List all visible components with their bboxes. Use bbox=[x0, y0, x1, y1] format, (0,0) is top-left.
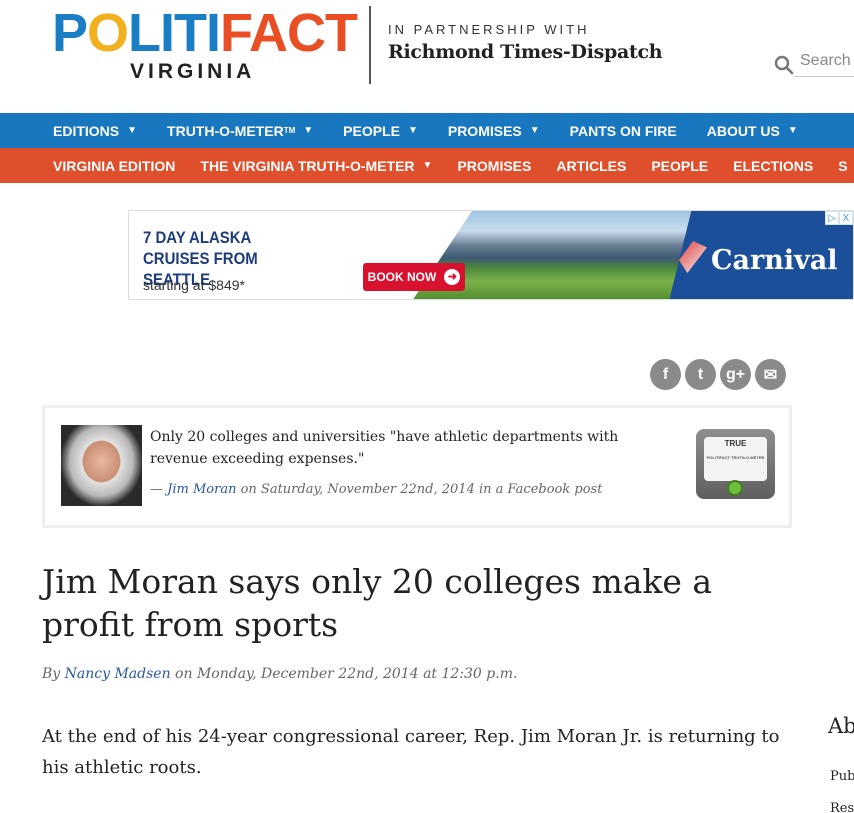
primary-nav: EDITIONS ▼ TRUTH-O-METER TM ▼ PEOPLE ▼ PROMI… bbox=[0, 113, 854, 148]
partner-caption: IN PARTNERSHIP WITH bbox=[388, 22, 590, 37]
nav-virginia-truth-o-meter[interactable]: THE VIRGINIA TRUTH-O-METER ▼ bbox=[200, 158, 432, 174]
email-icon[interactable]: ✉ bbox=[755, 359, 786, 390]
ad-price: starting at $849* bbox=[143, 277, 245, 293]
statement-quote: Only 20 colleges and universities "have … bbox=[150, 429, 619, 467]
aside-line: Res bbox=[830, 801, 854, 813]
nav-pants-on-fire[interactable]: PANTS ON FIRE bbox=[570, 123, 677, 139]
nav-promises[interactable]: PROMISES ▼ bbox=[448, 123, 540, 139]
chevron-down-icon: ▼ bbox=[127, 125, 138, 136]
meter-caption: POLITIFACT TRUTH-O-METER bbox=[706, 455, 765, 460]
secondary-nav: VIRGINIA EDITION THE VIRGINIA TRUTH-O-ME… bbox=[0, 148, 854, 183]
speaker-link[interactable]: Jim Moran bbox=[167, 482, 236, 497]
meter-knob-icon bbox=[727, 480, 743, 496]
nav-virginia-edition[interactable]: VIRGINIA EDITION bbox=[53, 158, 175, 174]
book-now-button[interactable]: BOOK NOW ➜ bbox=[363, 263, 465, 291]
statement-card: Only 20 colleges and universities "have … bbox=[42, 405, 792, 528]
adchoices-icon[interactable]: ▷ bbox=[825, 211, 839, 225]
chevron-down-icon: ▼ bbox=[407, 125, 418, 136]
logo-edition: VIRGINIA bbox=[130, 60, 256, 83]
logo-wordmark: POLITIFACT bbox=[52, 3, 358, 63]
statement-attribution: — Jim Moran on Saturday, November 22nd, … bbox=[150, 482, 603, 497]
speaker-photo[interactable] bbox=[61, 425, 142, 506]
nav-editions[interactable]: EDITIONS ▼ bbox=[53, 123, 137, 139]
nav-articles[interactable]: ARTICLES bbox=[556, 158, 626, 174]
article-body: At the end of his 24-year congressional … bbox=[42, 726, 780, 778]
google-plus-icon[interactable]: g+ bbox=[720, 359, 751, 390]
aside-line: Pub bbox=[830, 769, 854, 784]
nav-truth-o-meter[interactable]: TRUTH-O-METER TM ▼ bbox=[167, 123, 313, 139]
article-headline: Jim Moran says only 20 colleges make a p… bbox=[42, 562, 713, 644]
nav-about-us[interactable]: ABOUT US ▼ bbox=[707, 123, 798, 139]
nav-va-people[interactable]: PEOPLE bbox=[651, 158, 708, 174]
ad-controls: ▷ X bbox=[825, 211, 853, 225]
arrow-right-icon: ➜ bbox=[444, 269, 461, 285]
politifact-logo[interactable]: POLITIFACT VIRGINIA bbox=[52, 3, 358, 84]
article-byline: By Nancy Madsen on Monday, December 22nd… bbox=[42, 666, 518, 682]
aside-title: Ab bbox=[828, 714, 854, 738]
ad-banner[interactable]: 7 DAY ALASKA CRUISES FROM SEATTLE starti… bbox=[128, 210, 854, 300]
header-divider bbox=[369, 6, 371, 84]
nav-va-promises[interactable]: PROMISES bbox=[457, 158, 531, 174]
nav-elections[interactable]: ELECTIONS bbox=[733, 158, 813, 174]
chevron-down-icon: ▼ bbox=[422, 160, 433, 171]
share-bar: f t g+ ✉ bbox=[650, 359, 786, 390]
meter-face: TRUE POLITIFACT TRUTH-O-METER bbox=[704, 437, 767, 481]
ad-close-icon[interactable]: X bbox=[839, 211, 853, 225]
truth-o-meter-badge[interactable]: TRUE POLITIFACT TRUTH-O-METER bbox=[696, 429, 775, 499]
rating-label: TRUE bbox=[724, 439, 747, 448]
chevron-down-icon: ▼ bbox=[787, 125, 798, 136]
search-box[interactable] bbox=[774, 52, 854, 77]
chevron-down-icon: ▼ bbox=[529, 125, 540, 136]
partner-name[interactable]: Richmond Times-Dispatch bbox=[388, 41, 663, 63]
nav-truncated[interactable]: S bbox=[838, 158, 847, 174]
author-link[interactable]: Nancy Madsen bbox=[65, 666, 171, 682]
search-input[interactable] bbox=[794, 52, 854, 77]
ad-brand-name: Carnival bbox=[711, 245, 838, 276]
search-icon[interactable] bbox=[774, 55, 794, 75]
chevron-down-icon: ▼ bbox=[303, 125, 314, 136]
partner-block: IN PARTNERSHIP WITH Richmond Times-Dispa… bbox=[388, 22, 663, 63]
nav-people[interactable]: PEOPLE ▼ bbox=[343, 123, 418, 139]
facebook-icon[interactable]: f bbox=[650, 359, 681, 390]
twitter-icon[interactable]: t bbox=[685, 359, 716, 390]
